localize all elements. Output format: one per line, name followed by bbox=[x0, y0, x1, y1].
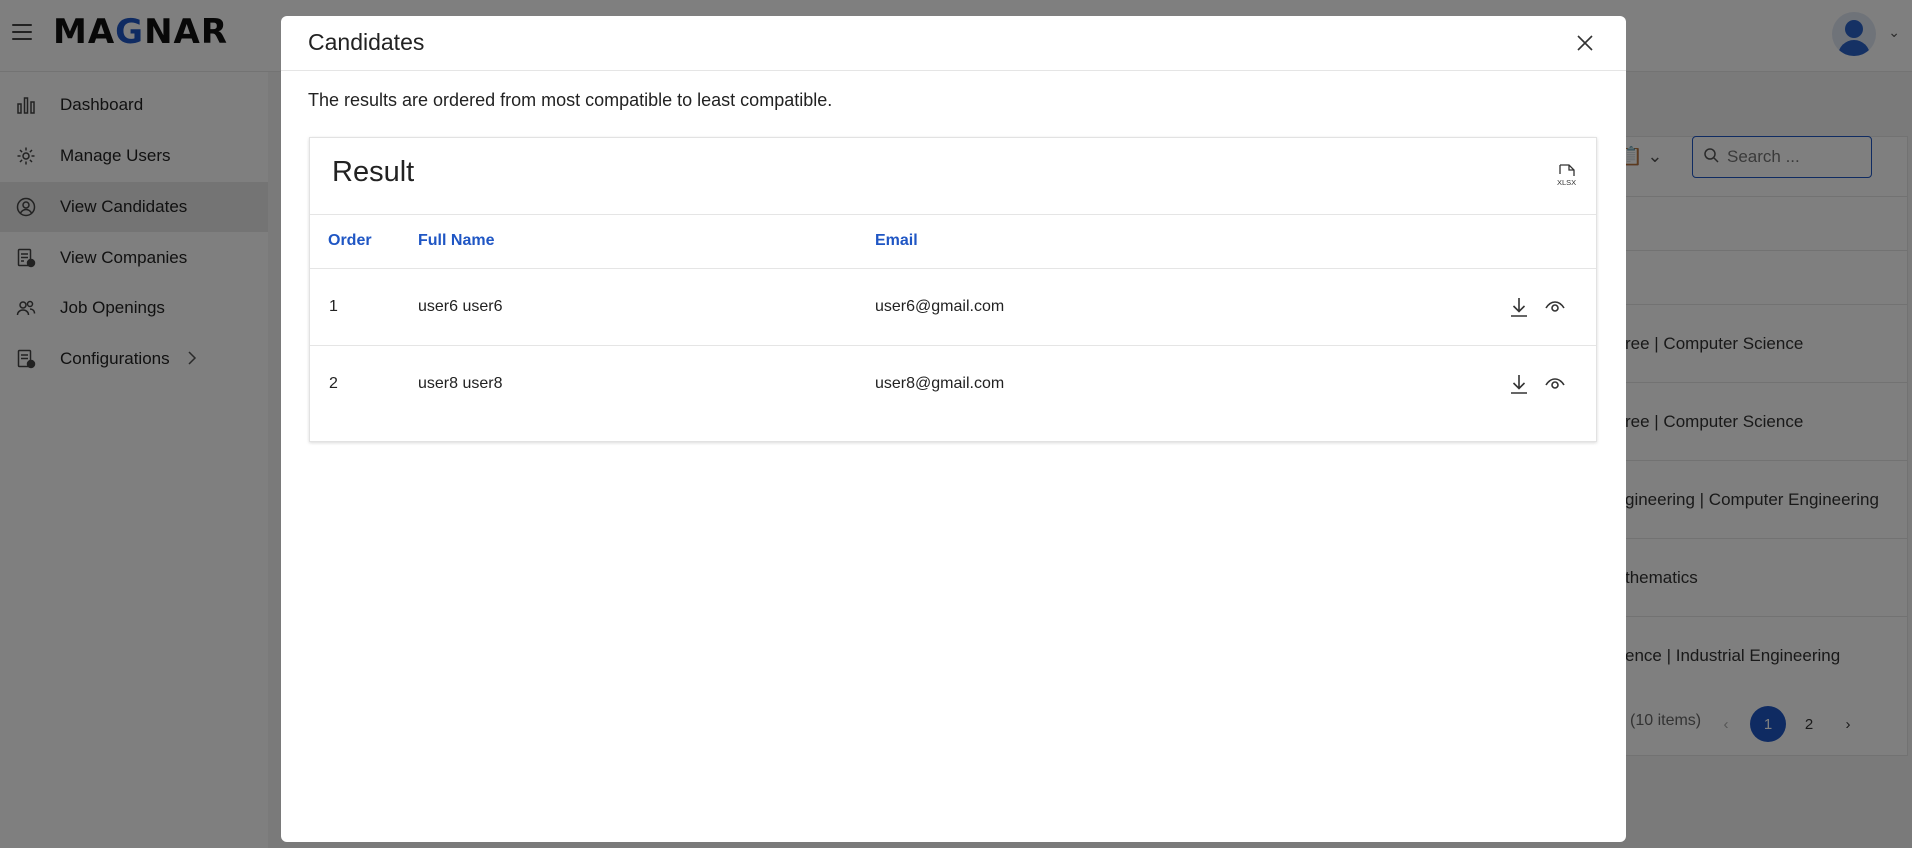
full-name-cell: user8 user8 bbox=[418, 375, 503, 392]
close-icon[interactable] bbox=[1574, 32, 1596, 54]
order-cell: 1 bbox=[329, 298, 338, 315]
column-header-full-name[interactable]: Full Name bbox=[418, 232, 494, 250]
column-header-order[interactable]: Order bbox=[328, 232, 372, 250]
svg-text:XLSX: XLSX bbox=[1557, 178, 1576, 187]
download-icon[interactable] bbox=[1508, 373, 1530, 395]
table-header: Order Full Name Email bbox=[310, 214, 1596, 269]
download-icon[interactable] bbox=[1508, 296, 1530, 318]
table-row: 1 user6 user6 user6@gmail.com bbox=[310, 269, 1596, 346]
result-title: Result bbox=[332, 156, 415, 188]
modal-header: Candidates bbox=[281, 16, 1626, 71]
table-row: 2 user8 user8 user8@gmail.com bbox=[310, 346, 1596, 423]
order-cell: 2 bbox=[329, 375, 338, 392]
email-cell: user6@gmail.com bbox=[875, 298, 1005, 315]
eye-icon[interactable] bbox=[1544, 373, 1566, 395]
xlsx-export-icon[interactable]: XLSX bbox=[1556, 163, 1578, 187]
email-cell: user8@gmail.com bbox=[875, 375, 1005, 392]
column-header-email[interactable]: Email bbox=[875, 232, 918, 250]
result-card: Result XLSX Order Full Name Email 1 user… bbox=[309, 137, 1597, 442]
candidates-modal: Candidates The results are ordered from … bbox=[281, 16, 1626, 842]
eye-icon[interactable] bbox=[1544, 296, 1566, 318]
full-name-cell: user6 user6 bbox=[418, 298, 503, 315]
modal-title: Candidates bbox=[308, 29, 425, 55]
modal-description: The results are ordered from most compat… bbox=[308, 90, 833, 110]
